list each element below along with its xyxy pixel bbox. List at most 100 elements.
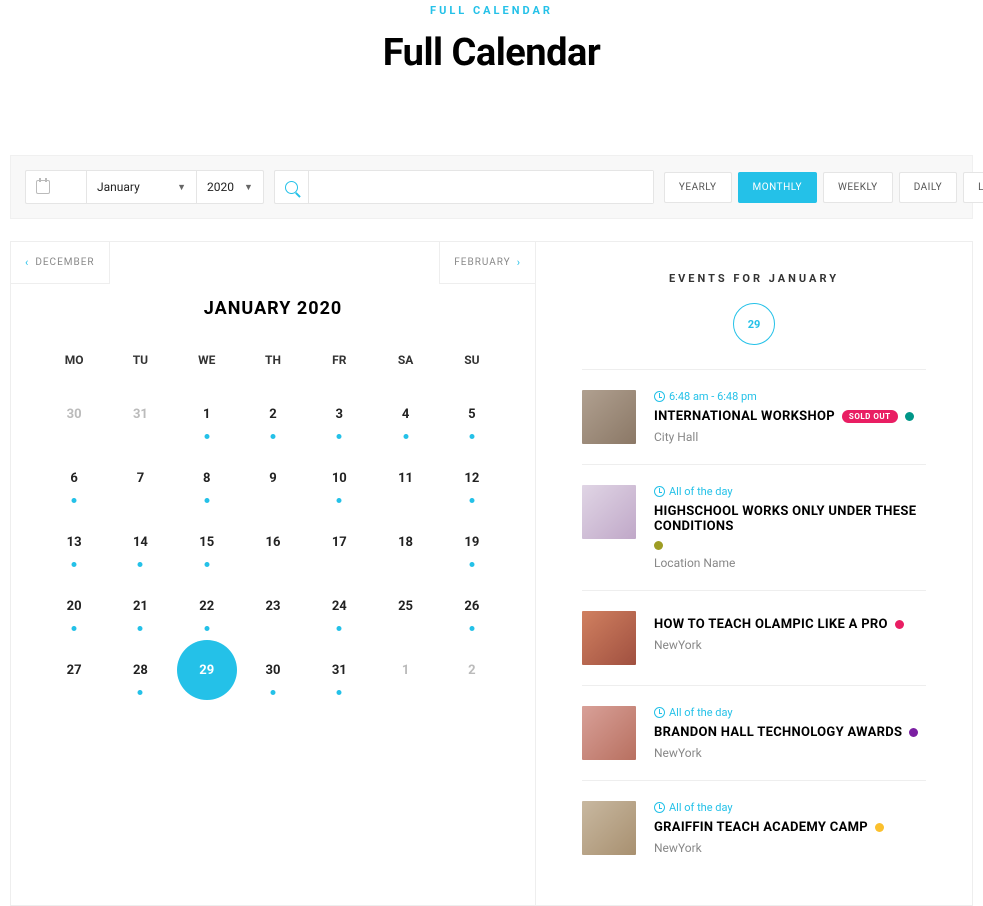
day-number: 27: [67, 663, 82, 678]
event-dot-icon: [337, 498, 342, 503]
sold-out-badge: SOLD OUT: [842, 410, 898, 423]
event-dot-icon: [138, 626, 143, 631]
calendar-day[interactable]: 4: [372, 397, 438, 431]
calendar-day[interactable]: 23: [240, 589, 306, 623]
event-title: GRAIFFIN TEACH ACADEMY CAMP: [654, 820, 926, 835]
calendar-day[interactable]: 22: [174, 589, 240, 623]
calendar-day[interactable]: 21: [107, 589, 173, 623]
event-item[interactable]: All of the dayBRANDON HALL TECHNOLOGY AW…: [582, 685, 926, 780]
day-number: 9: [269, 471, 276, 486]
view-weekly-button[interactable]: WEEKLY: [823, 172, 893, 203]
calendar-day[interactable]: 8: [174, 461, 240, 495]
event-item[interactable]: All of the dayHIGHSCHOOL WORKS ONLY UNDE…: [582, 464, 926, 590]
calendar-icon-cell: [26, 171, 86, 203]
weekday-header: TH: [240, 353, 306, 367]
calendar-day[interactable]: 29: [174, 653, 240, 687]
calendar-day[interactable]: 31: [107, 397, 173, 431]
calendar-day[interactable]: 19: [439, 525, 505, 559]
event-thumbnail: [582, 611, 636, 665]
view-list-button[interactable]: LIST: [963, 172, 983, 203]
calendar-day[interactable]: 25: [372, 589, 438, 623]
event-dot-icon: [72, 562, 77, 567]
event-thumbnail: [582, 706, 636, 760]
calendar-day[interactable]: 2: [439, 653, 505, 687]
calendar-day[interactable]: 31: [306, 653, 372, 687]
next-month-button[interactable]: FEBRUARY›: [439, 241, 536, 284]
view-yearly-button[interactable]: YEARLY: [664, 172, 732, 203]
calendar-day[interactable]: 24: [306, 589, 372, 623]
calendar-day[interactable]: 13: [41, 525, 107, 559]
category-dot-icon: [895, 620, 904, 629]
calendar-day[interactable]: 12: [439, 461, 505, 495]
view-switcher: YEARLYMONTHLYWEEKLYDAILY LIST: [664, 172, 983, 203]
event-item[interactable]: All of the day GRAIFFIN TEACH ACADEMY CAM…: [582, 780, 926, 875]
calendar-day[interactable]: 17: [306, 525, 372, 559]
calendar-day[interactable]: 27: [41, 653, 107, 687]
weekday-header: FR: [306, 353, 372, 367]
events-list: 6:48 am - 6:48 pmINTERNATIONAL WORKSHOPS…: [582, 369, 926, 875]
view-monthly-button[interactable]: MONTHLY: [738, 172, 817, 203]
event-dot-icon: [337, 434, 342, 439]
calendar-day[interactable]: 14: [107, 525, 173, 559]
year-select[interactable]: 2020▼: [196, 171, 263, 203]
chevron-down-icon: ▼: [167, 182, 186, 193]
calendar-day[interactable]: 15: [174, 525, 240, 559]
day-number: 4: [402, 407, 409, 422]
day-number: 2: [468, 663, 475, 678]
event-item[interactable]: 6:48 am - 6:48 pmINTERNATIONAL WORKSHOPS…: [582, 369, 926, 464]
category-dot-icon: [909, 728, 918, 737]
month-heading: JANUARY 2020: [41, 298, 505, 319]
event-location: Location Name: [654, 556, 926, 570]
search-input[interactable]: [309, 171, 653, 203]
calendar-day[interactable]: 10: [306, 461, 372, 495]
calendar-day[interactable]: 28: [107, 653, 173, 687]
search-icon: [285, 181, 298, 194]
calendar-day[interactable]: 7: [107, 461, 173, 495]
event-dot-icon: [138, 690, 143, 695]
calendar-day[interactable]: 6: [41, 461, 107, 495]
day-number: 12: [464, 471, 479, 486]
calendar-day[interactable]: 1: [372, 653, 438, 687]
calendar-day[interactable]: 26: [439, 589, 505, 623]
page-title: Full Calendar: [10, 31, 973, 75]
day-number: 16: [266, 535, 281, 550]
prev-month-button[interactable]: ‹DECEMBER: [10, 241, 110, 284]
event-location: NewYork: [654, 638, 926, 652]
event-time: All of the day: [654, 706, 926, 719]
search-button[interactable]: [275, 171, 309, 203]
calendar-day[interactable]: 30: [41, 397, 107, 431]
day-number: 20: [67, 599, 82, 614]
events-heading: EVENTS FOR JANUARY: [582, 272, 926, 285]
month-select-value: January: [97, 180, 140, 194]
calendar-day[interactable]: 3: [306, 397, 372, 431]
calendar-day[interactable]: 1: [174, 397, 240, 431]
event-time: All of the day: [654, 801, 926, 814]
calendar-day[interactable]: 30: [240, 653, 306, 687]
event-dot-icon: [337, 690, 342, 695]
weekday-header: SU: [439, 353, 505, 367]
clock-icon: [654, 486, 665, 497]
calendar-day[interactable]: 5: [439, 397, 505, 431]
event-dot-icon: [337, 626, 342, 631]
date-picker-group: January ▼ 2020▼: [25, 170, 264, 204]
calendar-day[interactable]: 2: [240, 397, 306, 431]
event-thumbnail: [582, 485, 636, 539]
event-thumbnail: [582, 390, 636, 444]
events-day-badge: 29: [733, 303, 775, 345]
weekday-header: SA: [372, 353, 438, 367]
calendar-panel: ‹DECEMBER FEBRUARY› JANUARY 2020 MOTUWET…: [10, 241, 973, 906]
toolbar: January▼ 2020▼ YEARLYMONTHLYWEEKLYDAILYL…: [10, 155, 973, 219]
calendar-day[interactable]: 11: [372, 461, 438, 495]
day-number: 1: [402, 663, 409, 678]
day-number: 7: [137, 471, 144, 486]
event-dot-icon: [270, 434, 275, 439]
view-daily-button[interactable]: DAILY: [899, 172, 957, 203]
event-location: NewYork: [654, 746, 926, 760]
month-select[interactable]: January ▼: [86, 171, 196, 203]
event-item[interactable]: HOW TO TEACH OLAMPIC LIKE A PRONewYork: [582, 590, 926, 685]
calendar-day[interactable]: 20: [41, 589, 107, 623]
weekday-header: TU: [107, 353, 173, 367]
calendar-day[interactable]: 16: [240, 525, 306, 559]
calendar-day[interactable]: 18: [372, 525, 438, 559]
calendar-day[interactable]: 9: [240, 461, 306, 495]
